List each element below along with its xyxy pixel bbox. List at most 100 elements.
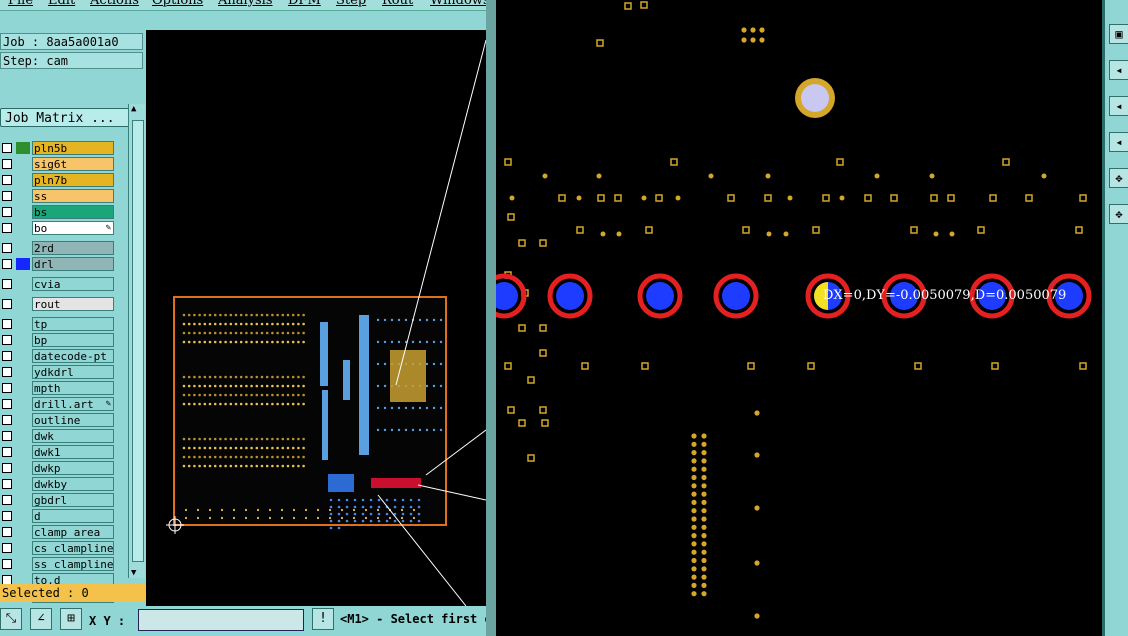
layer-row-cvia[interactable]: cvia: [0, 277, 116, 291]
menu-step[interactable]: Step: [336, 0, 366, 8]
layer-checkbox[interactable]: [2, 175, 12, 185]
menu-options[interactable]: Options: [152, 0, 203, 8]
layer-name[interactable]: mpth: [32, 381, 114, 395]
layer-checkbox[interactable]: [2, 335, 12, 345]
layer-checkbox[interactable]: [2, 279, 12, 289]
menu-rout[interactable]: Rout: [382, 0, 413, 8]
layer-row-bs[interactable]: bs: [0, 205, 116, 219]
layer-checkbox[interactable]: [2, 447, 12, 457]
layer-row-ss_clampline[interactable]: ss_clampline: [0, 557, 116, 571]
menu-dfm[interactable]: DFM: [288, 0, 321, 8]
layer-checkbox[interactable]: [2, 383, 12, 393]
grid-tool-button[interactable]: ⊞: [60, 608, 82, 630]
layer-checkbox[interactable]: [2, 415, 12, 425]
layer-checkbox[interactable]: [2, 243, 12, 253]
layer-name[interactable]: ydkdrl: [32, 365, 114, 379]
layer-row-dwkp[interactable]: dwkp: [0, 461, 116, 475]
layer-checkbox[interactable]: [2, 367, 12, 377]
menu-actions[interactable]: Actions: [90, 0, 139, 8]
layer-name[interactable]: dwk1: [32, 445, 114, 459]
layer-row-gbdrl[interactable]: gbdrl: [0, 493, 116, 507]
menu-analysis[interactable]: Analysis: [218, 0, 273, 8]
layer-name[interactable]: 2rd: [32, 241, 114, 255]
layer-name[interactable]: tp: [32, 317, 114, 331]
main-graphic-view[interactable]: DX=0,DY=-0.0050079,D=0.0050079: [496, 0, 1102, 636]
layer-name[interactable]: dwkp: [32, 461, 114, 475]
layer-checkbox[interactable]: [2, 431, 12, 441]
layer-checkbox[interactable]: [2, 299, 12, 309]
layer-row-ss[interactable]: ss: [0, 189, 116, 203]
layer-row-mpth[interactable]: mpth: [0, 381, 116, 395]
overview-canvas[interactable]: [146, 30, 486, 606]
layer-checkbox[interactable]: [2, 463, 12, 473]
snap-button[interactable]: ✥: [1109, 168, 1128, 188]
measure-tool-button[interactable]: ∠: [30, 608, 52, 630]
layer-checkbox[interactable]: [2, 143, 12, 153]
layer-row-pln7b[interactable]: pln7b: [0, 173, 116, 187]
menu-edit[interactable]: Edit: [48, 0, 75, 8]
layer-name[interactable]: dwk: [32, 429, 114, 443]
layer-row-bo[interactable]: bo ✎: [0, 221, 116, 235]
job-matrix-button[interactable]: Job Matrix ...: [0, 108, 143, 127]
layer-row-drl[interactable]: drl: [0, 257, 116, 271]
layer-checkbox[interactable]: [2, 495, 12, 505]
layer-name[interactable]: d: [32, 509, 114, 523]
layer-name[interactable]: clamp_area: [32, 525, 114, 539]
layer-row-2rd[interactable]: 2rd: [0, 241, 116, 255]
layer-row-bp[interactable]: bp: [0, 333, 116, 347]
layer-checkbox[interactable]: [2, 511, 12, 521]
layer-checkbox[interactable]: [2, 351, 12, 361]
layer-name[interactable]: cvia: [32, 277, 114, 291]
layer-name[interactable]: drill.art ✎: [32, 397, 114, 411]
layer-checkbox[interactable]: [2, 559, 12, 569]
layer-row-dwkby[interactable]: dwkby: [0, 477, 116, 491]
layer-checkbox[interactable]: [2, 191, 12, 201]
layer-checkbox[interactable]: [2, 223, 12, 233]
layer-name[interactable]: rout: [32, 297, 114, 311]
layer-name[interactable]: outline: [32, 413, 114, 427]
layer-row-d[interactable]: d: [0, 509, 116, 523]
zoom-button[interactable]: ◂: [1109, 132, 1128, 152]
layer-checkbox[interactable]: [2, 319, 12, 329]
layer-checkbox[interactable]: [2, 399, 12, 409]
layer-name[interactable]: bp: [32, 333, 114, 347]
layer-row-pln5b[interactable]: pln5b: [0, 141, 116, 155]
layer-name[interactable]: bo ✎: [32, 221, 114, 235]
alert-button[interactable]: !: [312, 608, 334, 630]
layer-row-clamp_area[interactable]: clamp_area: [0, 525, 116, 539]
layer-checkbox[interactable]: [2, 543, 12, 553]
layer-row-datecode-pt[interactable]: datecode-pt: [0, 349, 116, 363]
layer-name[interactable]: bs: [32, 205, 114, 219]
layer-name[interactable]: ss_clampline: [32, 557, 114, 571]
fit-button[interactable]: ◂: [1109, 96, 1128, 116]
layer-checkbox[interactable]: [2, 259, 12, 269]
layer-row-drill.art[interactable]: drill.art ✎: [0, 397, 116, 411]
scroll-down-arrow-icon[interactable]: ▼: [131, 568, 136, 578]
layer-row-sig6t[interactable]: sig6t: [0, 157, 116, 171]
pan-button[interactable]: ◂: [1109, 60, 1128, 80]
layer-row-ydkdrl[interactable]: ydkdrl: [0, 365, 116, 379]
layer-row-dwk1[interactable]: dwk1: [0, 445, 116, 459]
layer-row-dwk[interactable]: dwk: [0, 429, 116, 443]
scroll-thumb[interactable]: [132, 120, 144, 562]
layer-checkbox[interactable]: [2, 479, 12, 489]
grid-button[interactable]: ✥: [1109, 204, 1128, 224]
layer-row-cs_clampline[interactable]: cs_clampline: [0, 541, 116, 555]
layer-name[interactable]: cs_clampline: [32, 541, 114, 555]
menu-file[interactable]: File: [8, 0, 33, 8]
view-divider[interactable]: [486, 0, 496, 636]
layer-name[interactable]: pln7b: [32, 173, 114, 187]
layer-list-scrollbar[interactable]: ▲ ▼: [128, 104, 145, 578]
xy-input[interactable]: [138, 609, 304, 631]
layer-checkbox[interactable]: [2, 159, 12, 169]
layer-row-tp[interactable]: tp: [0, 317, 116, 331]
scroll-up-arrow-icon[interactable]: ▲: [131, 104, 136, 114]
layer-name[interactable]: sig6t: [32, 157, 114, 171]
menu-windows[interactable]: Windows: [430, 0, 488, 8]
layer-row-rout[interactable]: rout: [0, 297, 116, 311]
zoom-tool-button[interactable]: ⤡: [0, 608, 22, 630]
layer-name[interactable]: datecode-pt: [32, 349, 114, 363]
layer-row-outline[interactable]: outline: [0, 413, 116, 427]
layer-name[interactable]: ss: [32, 189, 114, 203]
layer-name[interactable]: pln5b: [32, 141, 114, 155]
